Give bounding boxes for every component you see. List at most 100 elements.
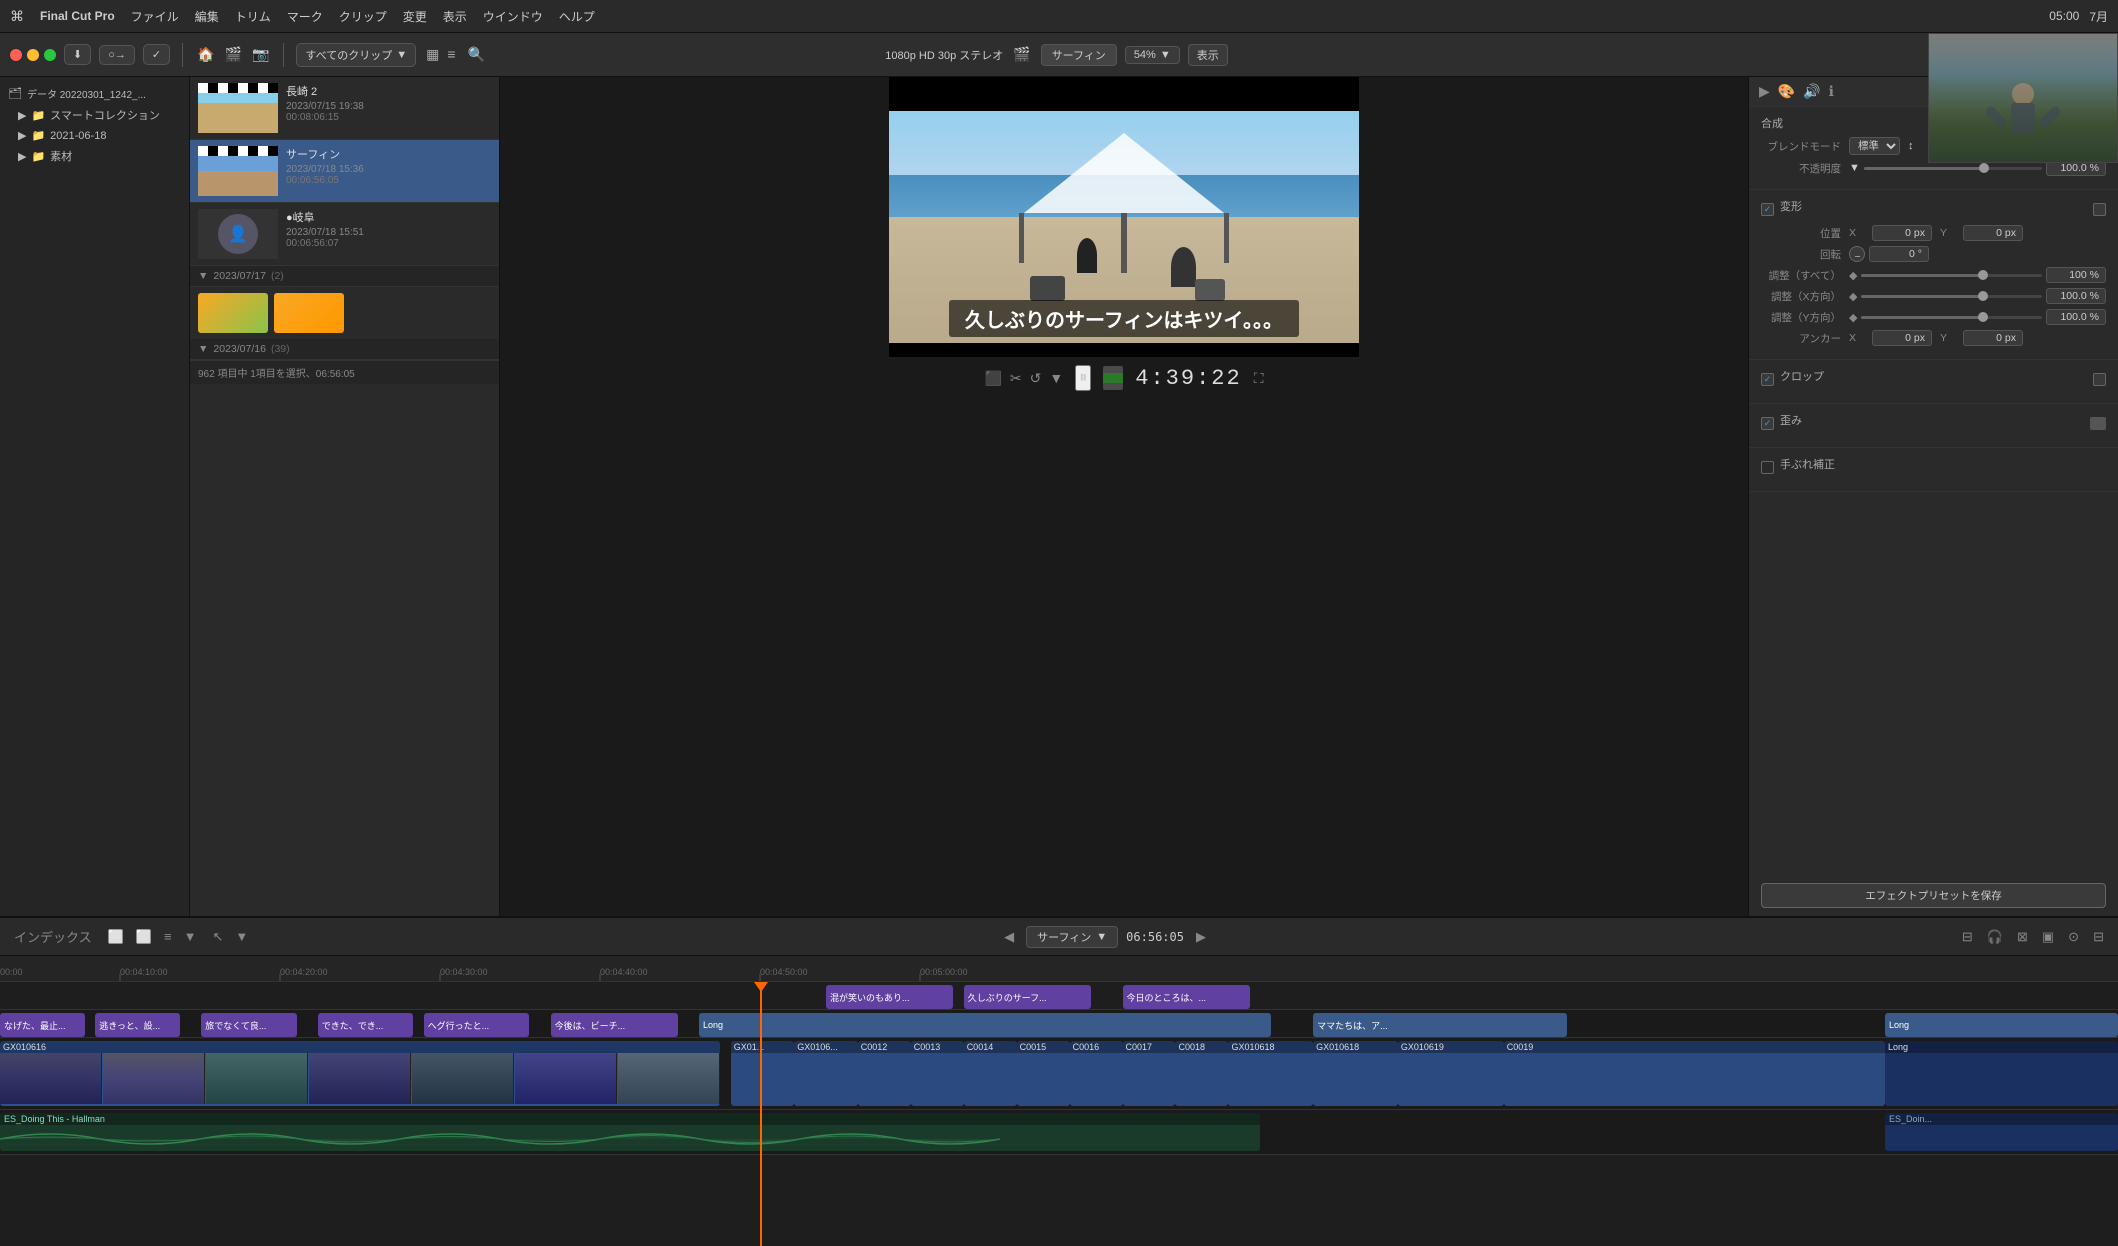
tl-next-icon[interactable]: ▶ bbox=[1192, 927, 1210, 947]
play-pause-btn[interactable]: ⏸ bbox=[1075, 365, 1091, 391]
tl-headphones-icon[interactable]: 🎧 bbox=[1983, 927, 2007, 947]
vc-c0017[interactable]: C0017 bbox=[1123, 1041, 1176, 1106]
vc-c0015[interactable]: C0015 bbox=[1017, 1041, 1070, 1106]
vc-gx01-sm1[interactable]: GX01... bbox=[731, 1041, 795, 1106]
info-props-icon[interactable]: ℹ bbox=[1829, 83, 1834, 100]
vc-c0012[interactable]: C0012 bbox=[858, 1041, 911, 1106]
menu-mark[interactable]: マーク bbox=[287, 8, 323, 25]
clip-item-surfing[interactable]: サーフィン 2023/07/18 15:36 00:06:56:05 bbox=[190, 140, 499, 203]
tl-tool-1[interactable]: ⬜ bbox=[104, 927, 128, 947]
clip-name-badge[interactable]: サーフィン bbox=[1041, 44, 1117, 66]
tl-chevron-icon[interactable]: ▼ bbox=[180, 927, 201, 947]
chevron-down-transport[interactable]: ▼ bbox=[1049, 370, 1063, 386]
blend-mode-select[interactable]: 標準 bbox=[1849, 137, 1900, 155]
trim-icon[interactable]: ✂ bbox=[1010, 370, 1022, 387]
audio-props-icon[interactable]: 🔊 bbox=[1803, 83, 1820, 100]
scale-x-slider[interactable] bbox=[1861, 295, 2042, 298]
clip-filter-btn[interactable]: すべてのクリップ ▼ bbox=[296, 43, 416, 67]
audio-clip-end[interactable]: ES_Doin... bbox=[1885, 1113, 2118, 1151]
sub-clip-warai[interactable]: 混が笑いのもあり... bbox=[826, 985, 953, 1009]
vc-long-end[interactable]: Long bbox=[1885, 1041, 2118, 1106]
position-x-value[interactable]: 0 px bbox=[1872, 225, 1932, 241]
view-btn[interactable]: 表示 bbox=[1188, 44, 1228, 66]
index-label[interactable]: インデックス bbox=[10, 925, 96, 948]
tl-tool-3[interactable]: ≡ bbox=[160, 927, 176, 947]
sub-long2[interactable]: Long bbox=[1885, 1013, 2118, 1037]
vc-c0016[interactable]: C0016 bbox=[1070, 1041, 1123, 1106]
minimize-btn[interactable] bbox=[27, 49, 39, 61]
rotation-value[interactable]: 0 ° bbox=[1869, 246, 1929, 262]
vc-gx010616[interactable]: GX010616 bbox=[0, 1041, 720, 1106]
scale-all-value[interactable]: 100 % bbox=[2046, 267, 2106, 283]
speed-icon[interactable]: ↺ bbox=[1030, 370, 1042, 387]
scale-x-value[interactable]: 100.0 % bbox=[2046, 288, 2106, 304]
tl-tool-2[interactable]: ⬜ bbox=[132, 927, 156, 947]
vc-c0018[interactable]: C0018 bbox=[1175, 1041, 1228, 1106]
sub-clip-kyou[interactable]: 今日のところは、... bbox=[1123, 985, 1250, 1009]
app-name[interactable]: Final Cut Pro bbox=[40, 9, 115, 23]
tl-snap-icon[interactable]: ⊟ bbox=[1958, 927, 1977, 947]
grid-view-icon[interactable]: ▦ bbox=[424, 44, 441, 65]
clip-item-gifu[interactable]: 👤 ●岐阜 2023/07/18 15:51 00:06:56:07 bbox=[190, 203, 499, 266]
tl-split-icon[interactable]: ⊠ bbox=[2013, 927, 2032, 947]
vc-c0019[interactable]: C0019 bbox=[1504, 1041, 1885, 1106]
scale-y-value[interactable]: 100.0 % bbox=[2046, 309, 2106, 325]
close-btn[interactable] bbox=[10, 49, 22, 61]
sub-mama[interactable]: ママたちは、ア... bbox=[1313, 1013, 1567, 1037]
sub-3[interactable]: できた、でき... bbox=[318, 1013, 413, 1037]
audio-clip-main[interactable]: ES_Doing This - Hallman bbox=[0, 1113, 1260, 1151]
zoom-control[interactable]: 54% ▼ bbox=[1125, 46, 1180, 64]
menu-help[interactable]: ヘルプ bbox=[559, 8, 595, 25]
sub-5[interactable]: 今後は、ビーチ... bbox=[551, 1013, 678, 1037]
lib-icon-3[interactable]: 📷 bbox=[250, 44, 271, 65]
menu-trim[interactable]: トリム bbox=[235, 8, 271, 25]
library-item-2021[interactable]: ▶ 📁 2021-06-18 bbox=[0, 126, 189, 145]
transform-reset-btn[interactable] bbox=[2093, 203, 2106, 216]
rotation-dial[interactable] bbox=[1849, 246, 1865, 262]
maximize-btn[interactable] bbox=[44, 49, 56, 61]
library-item-smart[interactable]: ▶ 📁 スマートコレクション bbox=[0, 104, 189, 126]
anchor-y-value[interactable]: 0 px bbox=[1963, 330, 2023, 346]
lib-icon-2[interactable]: 🎬 bbox=[223, 44, 244, 65]
vc-gx0106-sm[interactable]: GX0106... bbox=[794, 1041, 858, 1106]
opacity-slider[interactable] bbox=[1864, 167, 2042, 170]
vc-c0013[interactable]: C0013 bbox=[911, 1041, 964, 1106]
search-icon[interactable]: 🔍 bbox=[466, 44, 487, 65]
select-chevron-icon[interactable]: ▼ bbox=[231, 927, 252, 947]
vc-gx010618a[interactable]: GX010618 bbox=[1228, 1041, 1313, 1106]
sub-1[interactable]: 逃きっと、設... bbox=[95, 1013, 180, 1037]
crop-reset-btn[interactable] bbox=[2093, 373, 2106, 386]
crop-checkbox[interactable] bbox=[1761, 373, 1774, 386]
menu-change[interactable]: 変更 bbox=[403, 8, 427, 25]
import-btn[interactable]: ⬇ bbox=[64, 44, 91, 65]
menu-file[interactable]: ファイル bbox=[131, 8, 179, 25]
tl-prev-icon[interactable]: ◀ bbox=[1000, 927, 1018, 947]
menu-clip[interactable]: クリップ bbox=[339, 8, 387, 25]
clip-item-nagasaki[interactable]: 長崎 2 2023/07/15 19:38 00:08:06:15 bbox=[190, 77, 499, 140]
fullscreen-icon[interactable]: ⛶ bbox=[1254, 370, 1264, 387]
tl-color-icon[interactable]: ▣ bbox=[2038, 927, 2058, 947]
playhead[interactable] bbox=[760, 982, 762, 1246]
vc-gx010618b[interactable]: GX010618 bbox=[1313, 1041, 1398, 1106]
library-item-data[interactable]: 🗂 データ 20220301_1242_... bbox=[0, 83, 189, 104]
sub-0[interactable]: なげた、最止... bbox=[0, 1013, 85, 1037]
scale-y-slider[interactable] bbox=[1861, 316, 2042, 319]
library-item-sozai[interactable]: ▶ 📁 素材 bbox=[0, 145, 189, 167]
video-props-icon[interactable]: ▶ bbox=[1759, 83, 1770, 100]
sub-4[interactable]: ヘグ行ったと... bbox=[424, 1013, 530, 1037]
tl-end-icon[interactable]: ⊟ bbox=[2089, 927, 2108, 947]
check-btn[interactable]: ✓ bbox=[143, 44, 170, 65]
sub-2[interactable]: 旅でなくて良... bbox=[201, 1013, 296, 1037]
vc-gx010619[interactable]: GX010619 bbox=[1398, 1041, 1504, 1106]
sub-clip-hisashiburi[interactable]: 久しぶりのサーフ... bbox=[964, 985, 1091, 1009]
position-y-value[interactable]: 0 px bbox=[1963, 225, 2023, 241]
color-props-icon[interactable]: 🎨 bbox=[1778, 83, 1795, 100]
list-view-icon[interactable]: ≡ bbox=[445, 44, 457, 65]
menu-window[interactable]: ウインドウ bbox=[483, 8, 543, 25]
scale-all-slider[interactable] bbox=[1861, 274, 2042, 277]
menu-edit[interactable]: 編集 bbox=[195, 8, 219, 25]
distort-checkbox[interactable] bbox=[1761, 417, 1774, 430]
menu-view[interactable]: 表示 bbox=[443, 8, 467, 25]
in-point-icon[interactable]: ⬛ bbox=[984, 370, 1001, 387]
transform-checkbox[interactable] bbox=[1761, 203, 1774, 216]
